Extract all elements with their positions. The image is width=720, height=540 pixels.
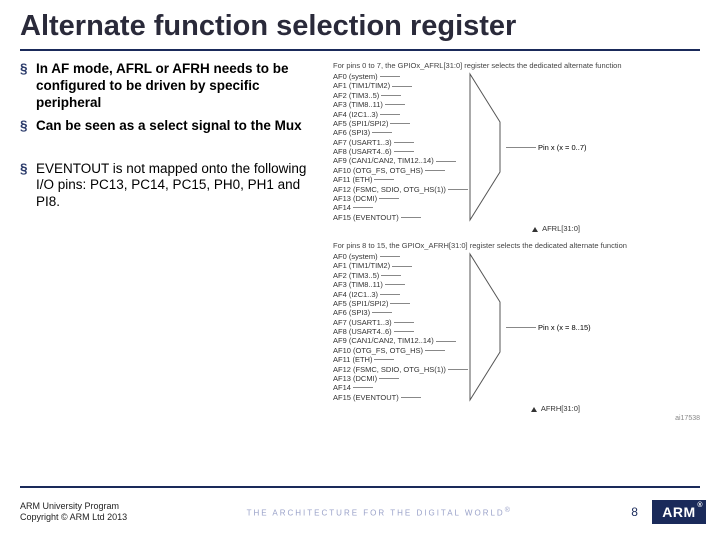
af-label: AF4 (I2C1..3) xyxy=(333,290,378,299)
arm-logo-icon: ARM® xyxy=(652,500,706,524)
footer-rule xyxy=(20,486,700,488)
af-label: AF5 (SPI1/SPI2) xyxy=(333,299,388,308)
bullet-item: § Can be seen as a select signal to the … xyxy=(20,118,325,135)
slide-title: Alternate function selection register xyxy=(0,0,720,49)
bullet-text: Can be seen as a select signal to the Mu… xyxy=(36,118,302,135)
af-label: AF1 (TIM1/TIM2) xyxy=(333,81,390,90)
arrow-up-icon xyxy=(531,407,537,412)
slide-body: § In AF mode, AFRL or AFRH needs to be c… xyxy=(0,61,720,430)
af-label: AF13 (DCMI) xyxy=(333,374,377,383)
footer-line: ARM University Program xyxy=(20,501,127,512)
af-label: AF5 (SPI1/SPI2) xyxy=(333,119,388,128)
bullet-text: EVENTOUT is not mapped onto the followin… xyxy=(36,161,325,212)
footer-tagline: THE ARCHITECTURE FOR THE DIGITAL WORLD® xyxy=(247,507,512,518)
af-list-bottom: AF0 (system) AF1 (TIM1/TIM2) AF2 (TIM3..… xyxy=(333,252,470,402)
af-label: AF9 (CAN1/CAN2, TIM12..14) xyxy=(333,156,434,165)
diagram-column: For pins 0 to 7, the GPIOx_AFRL[31:0] re… xyxy=(333,61,700,430)
footer-credits: ARM University Program Copyright © ARM L… xyxy=(20,501,127,523)
af-label: AF7 (USART1..3) xyxy=(333,318,392,327)
af-label: AF3 (TIM8..11) xyxy=(333,100,383,109)
mux-shape-icon xyxy=(468,72,502,222)
af-label: AF0 (system) xyxy=(333,72,378,81)
bullet-column: § In AF mode, AFRL or AFRH needs to be c… xyxy=(20,61,325,430)
pin-output: Pin x (x = 8..15) xyxy=(506,323,591,332)
af-label: AF14 xyxy=(333,203,351,212)
af-label: AF2 (TIM3..5) xyxy=(333,91,379,100)
af-label: AF6 (SPI3) xyxy=(333,308,370,317)
slide: Alternate function selection register § … xyxy=(0,0,720,540)
af-list-top: AF0 (system) AF1 (TIM1/TIM2) AF2 (TIM3..… xyxy=(333,72,470,222)
pin-label: Pin x (x = 0..7) xyxy=(538,143,587,152)
mux-diagram-bottom: For pins 8 to 15, the GPIOx_AFRH[31:0] r… xyxy=(333,241,700,422)
slide-footer: ARM University Program Copyright © ARM L… xyxy=(0,486,720,540)
arrow-up-icon xyxy=(532,227,538,232)
af-label: AF11 (ETH) xyxy=(333,175,372,184)
mux-diagram-top: For pins 0 to 7, the GPIOx_AFRL[31:0] re… xyxy=(333,61,700,233)
af-label: AF10 (OTG_FS, OTG_HS) xyxy=(333,346,423,355)
select-signal-label: AFRL[31:0] xyxy=(333,224,700,233)
af-label: AF12 (FSMC, SDIO, OTG_HS(1)) xyxy=(333,185,446,194)
af-label: AF15 (EVENTOUT) xyxy=(333,213,399,222)
pin-label: Pin x (x = 8..15) xyxy=(538,323,591,332)
af-label: AF10 (OTG_FS, OTG_HS) xyxy=(333,166,423,175)
bullet-item: § EVENTOUT is not mapped onto the follow… xyxy=(20,161,325,212)
mux-shape-icon xyxy=(468,252,502,402)
bullet-marker-icon: § xyxy=(20,61,36,112)
af-label: AF3 (TIM8..11) xyxy=(333,280,383,289)
bullet-marker-icon: § xyxy=(20,118,36,135)
bullet-marker-icon: § xyxy=(20,161,36,212)
af-label: AF7 (USART1..3) xyxy=(333,138,392,147)
diagram-caption: For pins 8 to 15, the GPIOx_AFRH[31:0] r… xyxy=(333,241,700,250)
footer-line: Copyright © ARM Ltd 2013 xyxy=(20,512,127,523)
title-rule xyxy=(20,49,700,51)
af-label: AF6 (SPI3) xyxy=(333,128,370,137)
af-label: AF15 (EVENTOUT) xyxy=(333,393,399,402)
bullet-text: In AF mode, AFRL or AFRH needs to be con… xyxy=(36,61,325,112)
diagram-caption: For pins 0 to 7, the GPIOx_AFRL[31:0] re… xyxy=(333,61,700,70)
af-label: AF1 (TIM1/TIM2) xyxy=(333,261,390,270)
af-label: AF13 (DCMI) xyxy=(333,194,377,203)
doc-reference-id: ai17538 xyxy=(333,415,700,422)
af-label: AF11 (ETH) xyxy=(333,355,372,364)
af-label: AF8 (USART4..6) xyxy=(333,147,392,156)
af-label: AF12 (FSMC, SDIO, OTG_HS(1)) xyxy=(333,365,446,374)
af-label: AF0 (system) xyxy=(333,252,378,261)
af-label: AF14 xyxy=(333,383,351,392)
bullet-item: § In AF mode, AFRL or AFRH needs to be c… xyxy=(20,61,325,112)
af-label: AF9 (CAN1/CAN2, TIM12..14) xyxy=(333,336,434,345)
af-label: AF8 (USART4..6) xyxy=(333,327,392,336)
pin-output: Pin x (x = 0..7) xyxy=(506,143,587,152)
select-signal-label: AFRH[31:0] xyxy=(333,404,700,413)
af-label: AF2 (TIM3..5) xyxy=(333,271,379,280)
af-label: AF4 (I2C1..3) xyxy=(333,110,378,119)
page-number: 8 xyxy=(631,505,638,519)
